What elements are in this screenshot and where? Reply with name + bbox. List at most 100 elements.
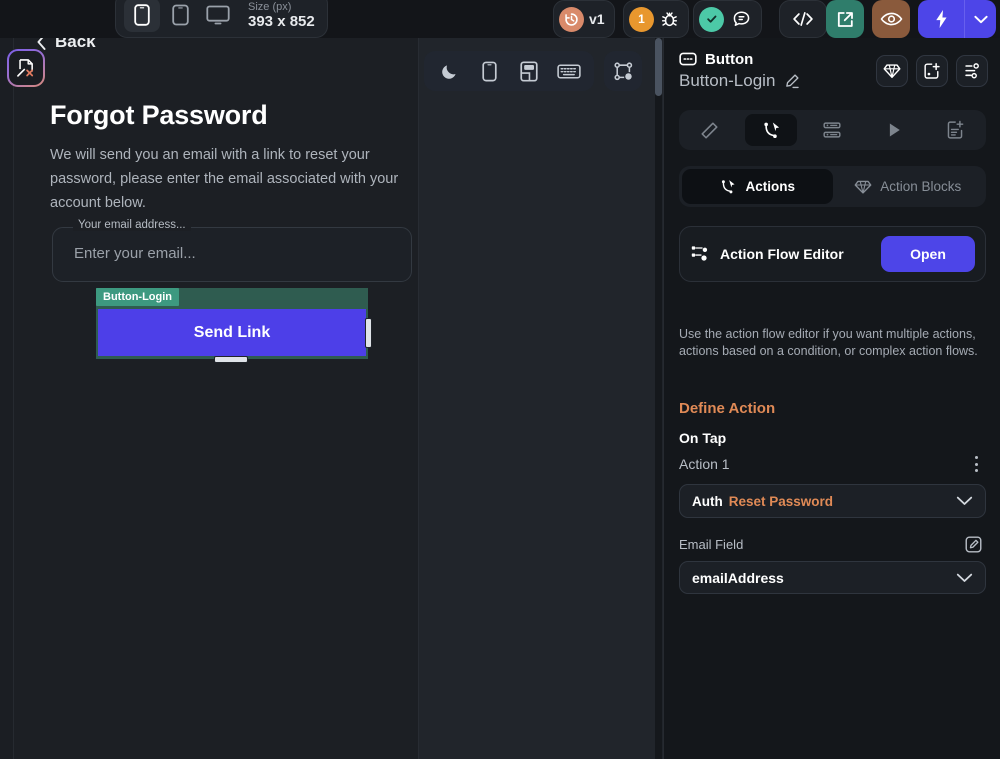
flow-branch-icon bbox=[963, 62, 981, 80]
document-add-icon bbox=[945, 120, 965, 140]
add-component-button[interactable] bbox=[916, 55, 948, 87]
panel-element-name: Button-Login bbox=[679, 71, 775, 91]
device-toggle-phone[interactable] bbox=[124, 0, 160, 32]
panel-scrollbar-thumb[interactable] bbox=[655, 38, 662, 96]
email-field-select[interactable]: emailAddress bbox=[679, 561, 986, 594]
panel-element-type: Button bbox=[705, 51, 753, 68]
phone-icon bbox=[482, 61, 497, 82]
tab-action-blocks-label: Action Blocks bbox=[880, 179, 961, 194]
panel-header: Button Button-Login bbox=[679, 50, 800, 91]
email-field-edit-button[interactable] bbox=[965, 536, 982, 558]
share-external-icon bbox=[835, 9, 856, 30]
share-button[interactable] bbox=[826, 0, 864, 38]
status-group[interactable] bbox=[693, 0, 762, 38]
edit-square-icon bbox=[965, 536, 982, 553]
device-toggle-desktop[interactable] bbox=[200, 0, 236, 32]
actions-shortcut-button[interactable] bbox=[956, 55, 988, 87]
split-panel-icon bbox=[520, 61, 538, 82]
publish-dropdown-button[interactable] bbox=[964, 0, 996, 38]
diamond-icon bbox=[854, 178, 872, 196]
publish-group bbox=[918, 0, 996, 38]
panel-scrollbar-track[interactable] bbox=[655, 38, 662, 759]
widget-tree-button[interactable] bbox=[604, 51, 642, 91]
theme-styles-button[interactable] bbox=[876, 55, 908, 87]
send-link-button[interactable]: Send Link bbox=[98, 309, 366, 356]
canvas-background[interactable] bbox=[418, 38, 663, 759]
publish-button[interactable] bbox=[918, 0, 964, 38]
kebab-dot bbox=[975, 469, 978, 472]
device-size-group: Size (px) 393 x 852 bbox=[115, 0, 328, 38]
back-label: Back bbox=[55, 38, 96, 52]
email-input-field[interactable]: Your email address... Enter your email..… bbox=[52, 227, 412, 282]
keyboard-toggle[interactable] bbox=[550, 55, 588, 87]
debug-group[interactable]: 1 bbox=[623, 0, 689, 38]
moon-icon bbox=[440, 62, 459, 81]
bug-icon[interactable] bbox=[660, 10, 679, 29]
cursor-flow-icon bbox=[719, 178, 737, 196]
back-button[interactable]: Back bbox=[36, 38, 96, 52]
panel-name-row: Button-Login bbox=[679, 71, 800, 91]
pencil-edit-icon[interactable] bbox=[784, 73, 800, 89]
backend-segment[interactable] bbox=[806, 114, 858, 146]
action-flow-editor-open-button[interactable]: Open bbox=[881, 236, 975, 272]
button-element-icon bbox=[679, 50, 697, 68]
device-toggle-tablet[interactable] bbox=[162, 0, 198, 32]
tab-actions[interactable]: Actions bbox=[682, 169, 833, 204]
chevron-down-icon bbox=[956, 496, 973, 506]
canvas-size-display: Size (px) 393 x 852 bbox=[248, 1, 315, 30]
docs-segment[interactable] bbox=[929, 114, 981, 146]
kebab-dot bbox=[975, 463, 978, 466]
actions-segment[interactable] bbox=[745, 114, 797, 146]
comment-icon[interactable] bbox=[731, 9, 752, 30]
canvas-size-label: Size (px) bbox=[248, 1, 315, 13]
define-action-heading: Define Action bbox=[679, 400, 775, 417]
properties-segment[interactable] bbox=[684, 114, 736, 146]
code-view-button[interactable] bbox=[779, 0, 827, 38]
tab-action-blocks[interactable]: Action Blocks bbox=[833, 169, 984, 204]
resize-handle-right[interactable] bbox=[365, 318, 372, 348]
keyboard-icon bbox=[557, 63, 581, 80]
history-icon bbox=[559, 7, 584, 32]
page-title: Forgot Password bbox=[50, 100, 268, 131]
code-brackets-icon bbox=[790, 10, 816, 28]
canvas-view-toolbar bbox=[424, 51, 594, 91]
preview-button[interactable] bbox=[872, 0, 910, 38]
left-rail bbox=[0, 38, 14, 759]
database-icon bbox=[822, 120, 842, 140]
action-type-value: Reset Password bbox=[729, 494, 833, 509]
trigger-label: On Tap bbox=[679, 430, 726, 446]
action-flow-editor-label: Action Flow Editor bbox=[720, 246, 844, 262]
email-field-label: Email Field bbox=[679, 537, 743, 552]
run-segment[interactable] bbox=[868, 114, 920, 146]
action-index-label: Action 1 bbox=[679, 456, 730, 472]
flow-branch-icon bbox=[690, 244, 710, 264]
properties-panel: Button Button-Login bbox=[663, 38, 1000, 759]
top-toolbar: Size (px) 393 x 852 v1 1 bbox=[0, 0, 1000, 38]
email-input-placeholder: Enter your email... bbox=[74, 245, 196, 262]
chevron-down-icon bbox=[956, 573, 973, 583]
action-type-select[interactable]: Auth Reset Password bbox=[679, 484, 986, 518]
split-view-toggle[interactable] bbox=[510, 55, 548, 87]
device-canvas[interactable]: Back Forgot Password We will send you an… bbox=[14, 38, 418, 759]
selected-widget-wrapper[interactable]: Button-Login Send Link bbox=[96, 288, 368, 359]
chevron-down-icon bbox=[974, 15, 988, 24]
device-frame-toggle[interactable] bbox=[470, 55, 508, 87]
lightning-bolt-icon bbox=[934, 8, 949, 30]
dark-mode-toggle[interactable] bbox=[430, 55, 468, 87]
canvas-size-value: 393 x 852 bbox=[248, 13, 315, 30]
add-block-icon bbox=[923, 62, 941, 80]
eye-icon bbox=[880, 11, 903, 27]
desktop-icon bbox=[206, 4, 230, 26]
check-circle-icon[interactable] bbox=[699, 7, 724, 32]
version-group[interactable]: v1 bbox=[553, 0, 615, 38]
tab-actions-label: Actions bbox=[745, 179, 795, 194]
version-label: v1 bbox=[589, 11, 605, 27]
action-type-prefix: Auth bbox=[692, 494, 723, 509]
panel-header-actions bbox=[876, 55, 988, 87]
phone-icon bbox=[134, 4, 150, 26]
selection-name-tag: Button-Login bbox=[96, 288, 179, 306]
magic-wand-page-icon bbox=[15, 57, 37, 79]
floating-page-action-button[interactable] bbox=[7, 49, 45, 87]
resize-handle-bottom[interactable] bbox=[214, 356, 248, 363]
action-more-menu-button[interactable] bbox=[970, 456, 982, 472]
